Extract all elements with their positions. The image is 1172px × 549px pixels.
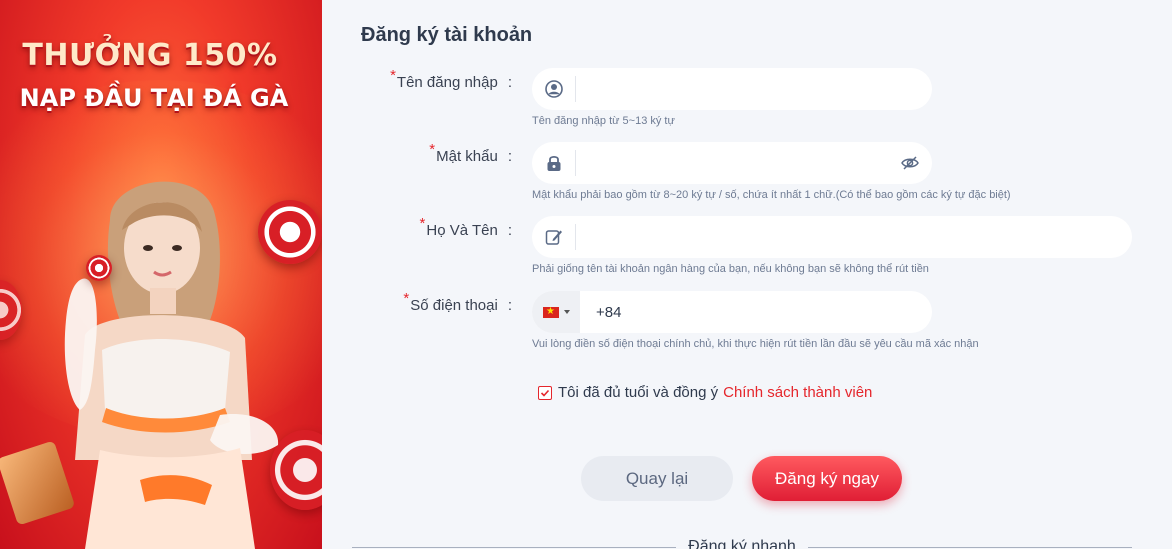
fullname-input[interactable] xyxy=(576,216,1132,258)
registration-form: Đăng ký tài khoản *Tên đăng nhập: Tên đă… xyxy=(322,0,1172,549)
password-field[interactable] xyxy=(532,142,932,184)
password-hint: Mật khẩu phải bao gồm từ 8~20 ký tự / số… xyxy=(532,189,1011,201)
password-label-text: Mật khẩu xyxy=(436,148,498,165)
lock-icon xyxy=(532,150,576,176)
user-icon xyxy=(532,76,576,102)
banner-headline: THƯỞNG 150% xyxy=(22,38,278,73)
required-mark: * xyxy=(390,67,396,84)
required-mark: * xyxy=(419,215,426,232)
label-colon: : xyxy=(507,74,512,91)
username-hint: Tên đăng nhập từ 5~13 ký tự xyxy=(532,115,675,127)
fullname-label: *Họ Và Tên: xyxy=(322,215,512,239)
edit-icon xyxy=(532,224,576,250)
agreement-checkbox[interactable] xyxy=(538,385,552,400)
banner-model-illustration xyxy=(64,181,279,549)
member-policy-link[interactable]: Chính sách thành viên xyxy=(723,384,872,401)
agreement-row: Tôi đã đủ tuổi và đồng ý Chính sách thàn… xyxy=(538,384,872,401)
required-mark: * xyxy=(403,290,410,307)
register-now-button[interactable]: Đăng ký ngay xyxy=(752,456,902,501)
promo-banner[interactable]: THƯỞNG 150% NẠP ĐẦU TẠI ĐÁ GÀ xyxy=(0,0,322,549)
fullname-field[interactable] xyxy=(532,216,1132,258)
username-label: *Tên đăng nhập: xyxy=(322,67,512,91)
password-label: *Mật khẩu: xyxy=(322,141,512,165)
username-label-text: Tên đăng nhập xyxy=(396,74,498,91)
chevron-down-icon xyxy=(563,310,570,314)
label-colon: : xyxy=(507,297,512,314)
phone-input[interactable] xyxy=(621,291,932,333)
vietnam-flag-icon xyxy=(542,304,559,320)
label-colon: : xyxy=(507,222,512,239)
country-code-select[interactable] xyxy=(532,291,580,333)
phone-field[interactable]: +84 xyxy=(532,291,932,333)
username-input[interactable] xyxy=(576,68,932,110)
banner-subheadline: NẠP ĐẦU TẠI ĐÁ GÀ xyxy=(19,84,289,112)
quick-register-divider: Đăng ký nhanh xyxy=(352,538,1132,549)
form-title: Đăng ký tài khoản xyxy=(361,24,533,46)
label-colon: : xyxy=(507,148,512,165)
phone-prefix: +84 xyxy=(596,303,622,321)
fullname-label-text: Họ Và Tên xyxy=(426,222,498,239)
eye-off-icon[interactable] xyxy=(888,156,932,170)
username-field[interactable] xyxy=(532,68,932,110)
agreement-text: Tôi đã đủ tuổi và đồng ý xyxy=(558,384,719,401)
fullname-hint: Phải giống tên tài khoản ngân hàng của b… xyxy=(532,263,929,275)
casino-chip-icon xyxy=(86,255,112,281)
checkmark-icon xyxy=(540,389,550,397)
phone-label: *Số điện thoại: xyxy=(322,290,512,314)
back-button[interactable]: Quay lại xyxy=(581,456,733,501)
phone-label-text: Số điện thoại xyxy=(410,297,498,314)
phone-hint: Vui lòng điền số điện thoại chính chủ, k… xyxy=(532,338,979,350)
password-input[interactable] xyxy=(576,142,888,184)
required-mark: * xyxy=(429,141,436,158)
quick-register-link[interactable]: Đăng ký nhanh xyxy=(676,538,808,549)
